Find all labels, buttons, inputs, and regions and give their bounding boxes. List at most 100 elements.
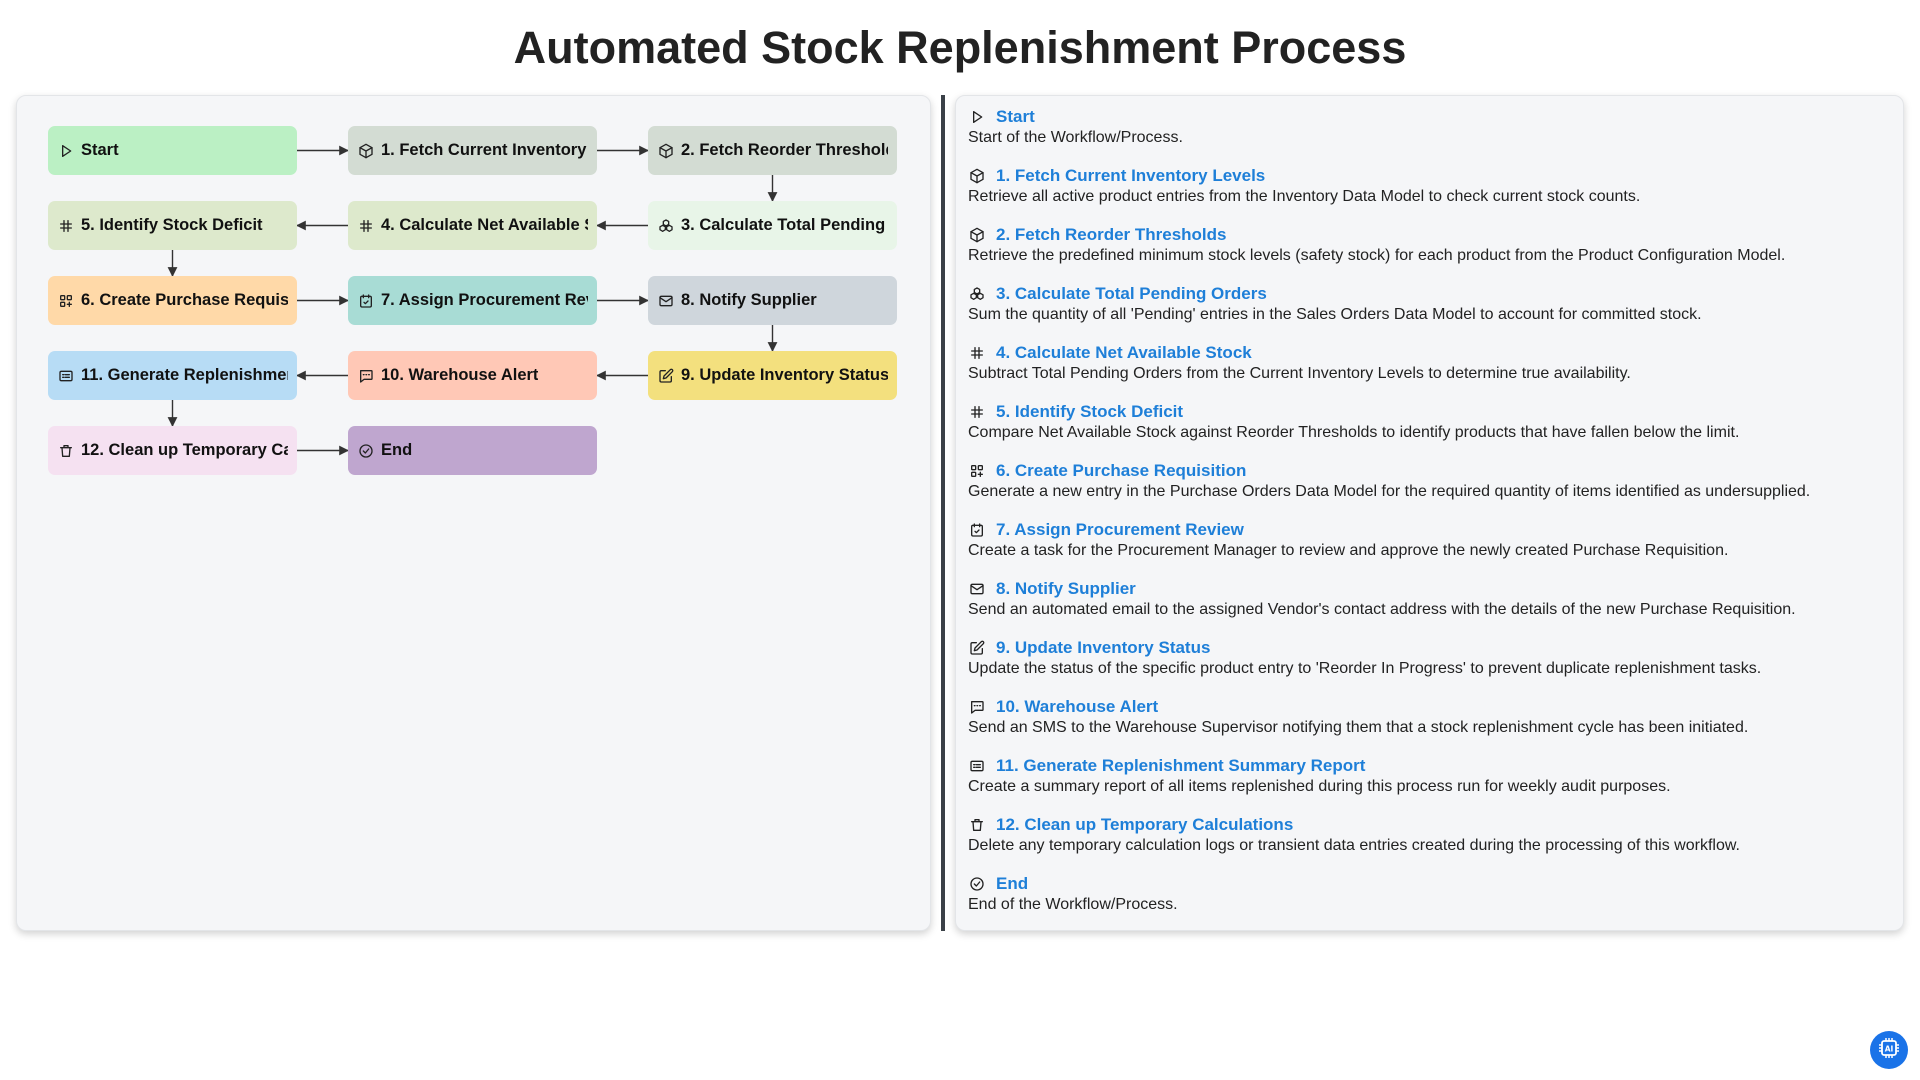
flow-node-n10[interactable]: 10. Warehouse Alert	[348, 351, 597, 400]
step-detail-description: Create a task for the Procurement Manage…	[968, 542, 1729, 559]
flow-node-n1[interactable]: 1. Fetch Current Inventory Levels	[348, 126, 597, 175]
edit-icon	[968, 639, 986, 657]
step-detail-title[interactable]: 2. Fetch Reorder Thresholds	[996, 225, 1227, 245]
flow-node-n6[interactable]: 6. Create Purchase Requisition	[48, 276, 297, 325]
check-circle-icon	[968, 875, 986, 893]
report-icon	[57, 367, 75, 385]
flow-node-n3[interactable]: 3. Calculate Total Pending Orders	[648, 201, 897, 250]
cube-icon	[968, 226, 986, 244]
page-title: Automated Stock Replenishment Process	[513, 22, 1407, 73]
step-detail-title[interactable]: Start	[996, 107, 1035, 127]
flow-node-label: 4. Calculate Net Available Stock	[381, 216, 588, 234]
flow-node-label: 6. Create Purchase Requisition	[81, 291, 288, 309]
hash-icon	[968, 403, 986, 421]
mail-icon	[657, 292, 675, 310]
play-icon	[968, 108, 986, 126]
step-detail-description: Generate a new entry in the Purchase Ord…	[968, 483, 1811, 500]
flow-node-label: 5. Identify Stock Deficit	[81, 216, 263, 234]
step-detail-description: Update the status of the specific produc…	[968, 660, 1762, 677]
flow-node-n8[interactable]: 8. Notify Supplier	[648, 276, 897, 325]
flow-node-n12[interactable]: 12. Clean up Temporary Calculations	[48, 426, 297, 475]
flow-node-start[interactable]: Start	[48, 126, 297, 175]
calendar-check-icon	[357, 292, 375, 310]
flow-node-n4[interactable]: 4. Calculate Net Available Stock	[348, 201, 597, 250]
flow-node-n7[interactable]: 7. Assign Procurement Review	[348, 276, 597, 325]
step-detail-description: Delete any temporary calculation logs or…	[968, 837, 1740, 854]
step-detail-item: 2. Fetch Reorder Thresholds Retrieve the …	[968, 224, 1891, 265]
flow-node-n2[interactable]: 2. Fetch Reorder Thresholds	[648, 126, 897, 175]
grid-plus-icon	[968, 462, 986, 480]
flow-node-label: 11. Generate Replenishment Summary Repor…	[81, 366, 288, 384]
cube-icon	[968, 167, 986, 185]
flow-node-n9[interactable]: 9. Update Inventory Status	[648, 351, 897, 400]
step-detail-description: Retrieve all active product entries from…	[968, 188, 1641, 205]
step-detail-title[interactable]: 3. Calculate Total Pending Orders	[996, 284, 1267, 304]
step-detail-item: Start Start of the Workflow/Process.	[968, 106, 1891, 147]
step-detail-description: Create a summary report of all items rep…	[968, 778, 1671, 795]
step-detail-title[interactable]: 8. Notify Supplier	[996, 579, 1136, 599]
step-detail-item: 12. Clean up Temporary Calculations Delet…	[968, 814, 1891, 855]
step-detail-item: 6. Create Purchase Requisition Generate a…	[968, 460, 1891, 501]
step-detail-title[interactable]: 7. Assign Procurement Review	[996, 520, 1244, 540]
flow-node-label: 10. Warehouse Alert	[381, 366, 539, 384]
step-detail-description: Start of the Workflow/Process.	[968, 129, 1183, 146]
flow-node-label: Start	[81, 141, 119, 159]
step-detail-item: 9. Update Inventory Status Update the sta…	[968, 637, 1891, 678]
step-detail-title[interactable]: 11. Generate Replenishment Summary Repor…	[996, 756, 1365, 776]
step-detail-description: End of the Workflow/Process.	[968, 896, 1178, 913]
flow-node-label: 1. Fetch Current Inventory Levels	[381, 141, 588, 159]
step-detail-title[interactable]: 9. Update Inventory Status	[996, 638, 1210, 658]
grid-plus-icon	[57, 292, 75, 310]
step-detail-description: Send an automated email to the assigned …	[968, 601, 1796, 618]
cubes-icon	[657, 217, 675, 235]
cube-icon	[657, 142, 675, 160]
calendar-check-icon	[968, 521, 986, 539]
step-detail-item: 5. Identify Stock Deficit Compare Net Ava…	[968, 401, 1891, 442]
step-detail-item: 7. Assign Procurement Review Create a tas…	[968, 519, 1891, 560]
sms-icon	[968, 698, 986, 716]
hash-icon	[57, 217, 75, 235]
flow-node-end[interactable]: End	[348, 426, 597, 475]
step-detail-item: End End of the Workflow/Process.	[968, 873, 1891, 914]
step-detail-title[interactable]: 10. Warehouse Alert	[996, 697, 1158, 717]
ai-chip-icon: AI	[1877, 1036, 1901, 1065]
mail-icon	[968, 580, 986, 598]
step-detail-title[interactable]: 4. Calculate Net Available Stock	[996, 343, 1252, 363]
step-detail-description: Retrieve the predefined minimum stock le…	[968, 247, 1786, 264]
step-detail-item: 4. Calculate Net Available Stock Subtract…	[968, 342, 1891, 383]
hash-icon	[968, 344, 986, 362]
flow-node-label: 7. Assign Procurement Review	[381, 291, 588, 309]
step-detail-description: Send an SMS to the Warehouse Supervisor …	[968, 719, 1749, 736]
step-detail-description: Sum the quantity of all 'Pending' entrie…	[968, 306, 1702, 323]
step-detail-description: Compare Net Available Stock against Reor…	[968, 424, 1740, 441]
flow-node-label: 12. Clean up Temporary Calculations	[81, 441, 288, 459]
sms-icon	[357, 367, 375, 385]
step-detail-item: 8. Notify Supplier Send an automated emai…	[968, 578, 1891, 619]
panel-divider[interactable]	[941, 95, 945, 931]
report-icon	[968, 757, 986, 775]
flow-node-label: 2. Fetch Reorder Thresholds	[681, 141, 888, 159]
step-detail-title[interactable]: 12. Clean up Temporary Calculations	[996, 815, 1293, 835]
hash-icon	[357, 217, 375, 235]
svg-text:AI: AI	[1885, 1044, 1894, 1053]
flow-node-label: 8. Notify Supplier	[681, 291, 817, 309]
ai-assistant-button[interactable]: AI	[1870, 1031, 1908, 1069]
flow-node-n11[interactable]: 11. Generate Replenishment Summary Repor…	[48, 351, 297, 400]
step-detail-item: 1. Fetch Current Inventory Levels Retriev…	[968, 165, 1891, 206]
flowchart-panel: Start 1. Fetch Current Inventory Levels 2.…	[16, 95, 931, 931]
step-detail-title[interactable]: 6. Create Purchase Requisition	[996, 461, 1246, 481]
step-detail-title[interactable]: 1. Fetch Current Inventory Levels	[996, 166, 1265, 186]
edit-icon	[657, 367, 675, 385]
trash-icon	[968, 816, 986, 834]
check-circle-icon	[357, 442, 375, 460]
step-detail-item: 10. Warehouse Alert Send an SMS to the Wa…	[968, 696, 1891, 737]
step-detail-item: 3. Calculate Total Pending Orders Sum the…	[968, 283, 1891, 324]
step-detail-title[interactable]: End	[996, 874, 1028, 894]
flow-node-label: 3. Calculate Total Pending Orders	[681, 216, 888, 234]
cubes-icon	[968, 285, 986, 303]
step-detail-title[interactable]: 5. Identify Stock Deficit	[996, 402, 1183, 422]
flow-node-label: 9. Update Inventory Status	[681, 366, 888, 384]
trash-icon	[57, 442, 75, 460]
flow-node-n5[interactable]: 5. Identify Stock Deficit	[48, 201, 297, 250]
step-detail-item: 11. Generate Replenishment Summary Repor…	[968, 755, 1891, 796]
